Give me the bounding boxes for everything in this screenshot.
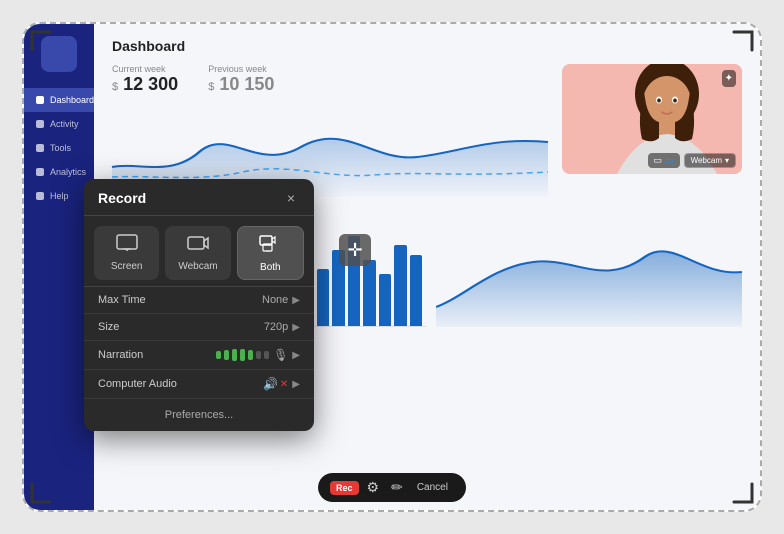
corner-br [732, 482, 754, 504]
audio-arrow[interactable]: ▶ [292, 379, 300, 390]
area-chart [436, 207, 742, 327]
record-type-webcam[interactable]: Webcam [165, 226, 230, 280]
max-time-arrow[interactable]: ▶ [292, 295, 300, 306]
settings-row-computer-audio: Computer Audio 🔊 ✕ ▶ [84, 370, 314, 399]
corner-tl [30, 30, 52, 52]
previous-week-value: 10 150 [219, 74, 274, 94]
sidebar-item-dashboard[interactable]: Dashboard [24, 88, 94, 112]
narration-arrow[interactable]: ▶ [292, 350, 300, 361]
record-type-both[interactable]: Both [237, 226, 304, 280]
bar [410, 255, 422, 326]
size-arrow[interactable]: ▶ [292, 322, 300, 333]
stat-previous-week: Previous week $ 10 150 [208, 64, 274, 95]
settings-row-max-time: Max Time None ▶ [84, 287, 314, 314]
bar [363, 260, 375, 326]
settings-row-narration: Narration 🎙 ▶ [84, 341, 314, 370]
preferences-button[interactable]: Preferences... [84, 399, 314, 431]
edit-icon-btn[interactable]: ✏ [387, 477, 407, 498]
webcam-preview: ✦ ▭ ▭ Webcam ▾ [562, 64, 742, 174]
audio-status: 🔊 ✕ [263, 377, 288, 391]
corner-bl [30, 482, 52, 504]
mute-icon: ✕ [280, 379, 288, 390]
record-types: Screen Webcam Both [84, 216, 314, 286]
modal-header: Record × [84, 179, 314, 216]
stat-current-week: Current week $ 12 300 [112, 64, 178, 95]
cancel-button[interactable]: Cancel [411, 480, 454, 495]
speaker-icon: 🔊 [263, 377, 278, 391]
stats-and-line-chart: Current week $ 12 300 Previous week $ 10… [112, 64, 548, 197]
modal-title: Record [98, 190, 146, 206]
move-cursor-icon: ✛ [339, 234, 371, 266]
page-title: Dashboard [112, 38, 742, 54]
webcam-toolbar: ▭ ▭ Webcam ▾ [568, 153, 736, 168]
settings-row-size: Size 720p ▶ [84, 314, 314, 341]
webcam-dropdown-btn[interactable]: Webcam ▾ [684, 153, 736, 168]
bar [379, 274, 391, 326]
bar [317, 269, 329, 326]
sidebar-item-tools[interactable]: Tools [24, 136, 94, 160]
outer-frame: Dashboard Activity Tools Analytics Help … [22, 22, 762, 512]
stats-row: Current week $ 12 300 Previous week $ 10… [112, 64, 548, 95]
chart-top-area: Current week $ 12 300 Previous week $ 10… [112, 64, 742, 197]
sidebar-item-analytics[interactable]: Analytics [24, 160, 94, 184]
record-type-screen[interactable]: Screen [94, 226, 159, 280]
corner-tr [732, 30, 754, 52]
narration-level [216, 349, 269, 361]
rec-badge: Rec [330, 481, 359, 495]
settings-icon-btn[interactable]: ⚙ [363, 477, 384, 498]
current-week-value: 12 300 [123, 74, 178, 94]
record-modal: Record × Screen Webcam [84, 179, 314, 431]
bottom-toolbar: Rec ⚙ ✏ Cancel [318, 473, 466, 502]
sidebar-item-activity[interactable]: Activity [24, 112, 94, 136]
magic-button[interactable]: ✦ [722, 70, 736, 87]
settings-list: Max Time None ▶ Size 720p ▶ Narration [84, 286, 314, 399]
modal-close-button[interactable]: × [282, 189, 300, 207]
bar [394, 245, 406, 326]
microphone-icon[interactable]: 🎙 [273, 348, 288, 362]
